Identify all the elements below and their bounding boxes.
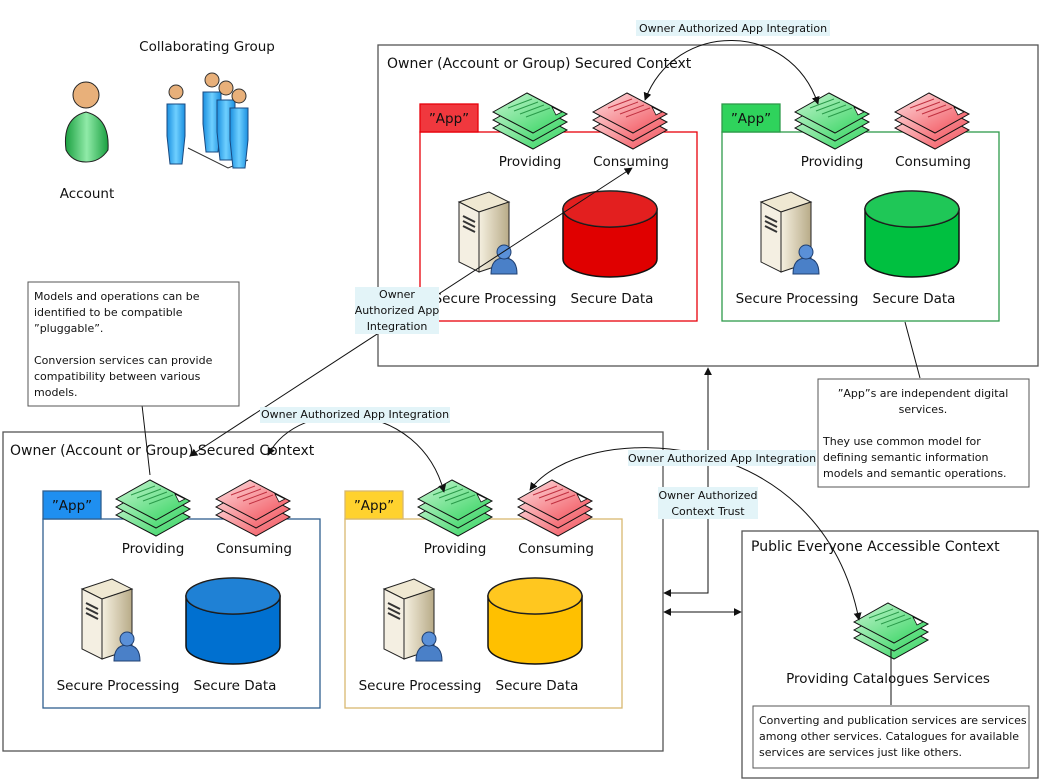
- providing-label: Providing: [424, 541, 487, 557]
- note-line: defining semantic information: [823, 451, 989, 464]
- context-trust-label: Owner Authorized Context Trust: [658, 487, 758, 519]
- consuming-label: Consuming: [895, 154, 971, 170]
- secure-data-label: Secure Data: [194, 678, 277, 694]
- integration-label-diagonal: Owner Authorized App Integration: [355, 287, 440, 334]
- svg-text:Owner Authorized App Integrati: Owner Authorized App Integration: [639, 22, 827, 35]
- note-catalogue: Converting and publication services are …: [752, 705, 1030, 769]
- app-package: ”App” Providing Consuming Secure Processing…: [419, 92, 698, 322]
- svg-text:Owner: Owner: [379, 288, 415, 301]
- note-models: Models and operations can be identified t…: [27, 281, 240, 407]
- secure-processing-label: Secure Processing: [434, 291, 557, 307]
- note-apps: ”App”s are independent digital services. T…: [817, 378, 1030, 488]
- context-trust-arrow: [663, 367, 712, 597]
- consuming-label: Consuming: [593, 154, 669, 170]
- person-icon: [166, 84, 186, 165]
- database-icon: [487, 577, 583, 665]
- context-title: Owner (Account or Group) Secured Context: [387, 56, 692, 72]
- svg-text:Owner Authorized: Owner Authorized: [658, 489, 757, 502]
- app-package: ”App” Providing Consuming Secure Processing…: [42, 479, 321, 709]
- integration-label-bottom: Owner Authorized App Integration: [260, 407, 450, 423]
- database-icon: [864, 190, 960, 278]
- account-actor: Account: [60, 81, 115, 202]
- svg-text:Context Trust: Context Trust: [671, 505, 745, 518]
- note-line: Models and operations can be: [34, 290, 200, 303]
- secure-data-label: Secure Data: [571, 291, 654, 307]
- consuming-label: Consuming: [518, 541, 594, 557]
- context-title: Public Everyone Accessible Context: [751, 539, 1000, 555]
- app-tab-label: ”App”: [52, 498, 92, 514]
- note-line: identified to be compatible: [34, 306, 183, 319]
- providing-label: Providing: [122, 541, 185, 557]
- architecture-diagram: Owner (Account or Group) Secured Context…: [2, 20, 1039, 779]
- secure-data-label: Secure Data: [496, 678, 579, 694]
- database-icon: [185, 577, 281, 665]
- integration-label-cross: Owner Authorized App Integration: [628, 450, 816, 466]
- svg-text:Authorized App: Authorized App: [355, 304, 440, 317]
- note-line: Converting and publication services are …: [759, 714, 1027, 727]
- collaborating-group-actor: Collaborating Group: [139, 39, 275, 169]
- secure-processing-label: Secure Processing: [736, 291, 859, 307]
- note-line: services.: [899, 403, 948, 416]
- note-line: compatibility between various: [34, 370, 201, 383]
- svg-text:Owner Authorized App Integrati: Owner Authorized App Integration: [261, 408, 449, 421]
- server-icon: [80, 578, 141, 662]
- app-package: ”App” Providing Consuming Secure Processing…: [721, 92, 1000, 322]
- note-line: ”App”s are independent digital: [838, 387, 1009, 400]
- group-label: Collaborating Group: [139, 39, 275, 55]
- server-icon: [382, 578, 443, 662]
- consuming-label: Consuming: [216, 541, 292, 557]
- catalogue-service-label: Providing Catalogues Services: [786, 671, 990, 687]
- app-tab-label: ”App”: [429, 111, 469, 127]
- server-icon: [759, 191, 820, 275]
- note-line: Conversion services can provide: [34, 354, 213, 367]
- note-line: services are services just like others.: [759, 746, 962, 759]
- svg-text:Owner Authorized App Integrati: Owner Authorized App Integration: [628, 452, 816, 465]
- svg-text:Integration: Integration: [367, 320, 428, 333]
- note-line: models.: [34, 386, 77, 399]
- note-line: among other services. Catalogues for ava…: [759, 730, 1019, 743]
- app-tab-label: ”App”: [354, 498, 394, 514]
- integration-arrow-top: [643, 40, 820, 105]
- providing-label: Providing: [499, 154, 562, 170]
- integration-label-top: Owner Authorized App Integration: [636, 20, 830, 36]
- providing-label: Providing: [801, 154, 864, 170]
- app-package: ”App” Providing Consuming Secure Processing…: [344, 479, 623, 709]
- note-line: models and semantic operations.: [823, 467, 1007, 480]
- secure-data-label: Secure Data: [873, 291, 956, 307]
- note-line: They use common model for: [822, 435, 981, 448]
- note-line: ”pluggable”.: [34, 322, 103, 335]
- account-label: Account: [60, 186, 115, 202]
- secure-processing-label: Secure Processing: [57, 678, 180, 694]
- context-title: Owner (Account or Group) Secured Context: [10, 443, 315, 459]
- app-tab-label: ”App”: [731, 111, 771, 127]
- secure-processing-label: Secure Processing: [359, 678, 482, 694]
